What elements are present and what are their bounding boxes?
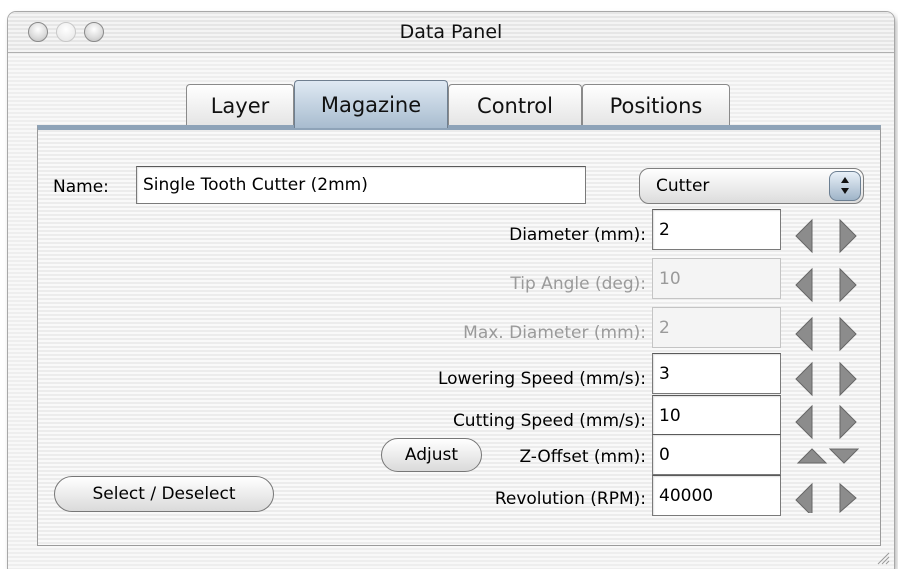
- resize-grip-icon[interactable]: [876, 551, 890, 565]
- tool-type-popup-label: Cutter: [656, 176, 710, 196]
- diameter-field[interactable]: 2: [652, 209, 781, 250]
- z-offset-label: Z-Offset (mm):: [519, 447, 646, 467]
- revolution-increment-icon[interactable]: [839, 482, 857, 513]
- lowering-speed-decrement-icon[interactable]: [795, 361, 813, 397]
- tab-magazine[interactable]: Magazine: [294, 80, 448, 128]
- lowering-speed-increment-icon[interactable]: [839, 361, 857, 397]
- tip-angle-field[interactable]: 10: [652, 258, 781, 299]
- lowering-speed-label: Lowering Speed (mm/s):: [437, 369, 646, 389]
- max-diameter-field[interactable]: 2: [652, 307, 781, 348]
- name-label: Name:: [53, 177, 109, 197]
- name-field[interactable]: Single Tooth Cutter (2mm): [136, 166, 586, 204]
- z-offset-down-icon[interactable]: [828, 448, 860, 464]
- revolution-field[interactable]: 40000: [652, 475, 781, 516]
- tab-layer[interactable]: Layer: [186, 84, 294, 126]
- cutting-speed-decrement-icon[interactable]: [795, 404, 813, 440]
- window-title: Data Panel: [399, 21, 503, 43]
- lowering-speed-field[interactable]: 3: [652, 353, 781, 394]
- cutting-speed-label: Cutting Speed (mm/s):: [452, 411, 646, 431]
- diameter-label: Diameter (mm):: [509, 225, 646, 245]
- data-panel-window: Data Panel Layer Magazine Control Positi…: [8, 12, 894, 569]
- title-bar[interactable]: Data Panel: [8, 12, 894, 53]
- tool-type-popup[interactable]: Cutter: [639, 168, 864, 204]
- diameter-decrement-icon[interactable]: [795, 218, 813, 254]
- tip-angle-increment-icon[interactable]: [839, 267, 857, 303]
- tip-angle-decrement-icon[interactable]: [795, 267, 813, 303]
- revolution-decrement-icon[interactable]: [795, 482, 813, 513]
- z-offset-field[interactable]: 0: [652, 434, 781, 475]
- diameter-increment-icon[interactable]: [839, 218, 857, 254]
- select-deselect-button[interactable]: Select / Deselect: [54, 476, 274, 512]
- stepper-arrows: [795, 218, 860, 513]
- max-diameter-label: Max. Diameter (mm):: [463, 323, 646, 343]
- adjust-button[interactable]: Adjust: [381, 438, 482, 472]
- cutting-speed-field[interactable]: 10: [652, 395, 781, 436]
- z-offset-up-icon[interactable]: [796, 448, 828, 464]
- popup-arrows-icon: [829, 171, 861, 201]
- cutting-speed-increment-icon[interactable]: [839, 404, 857, 440]
- max-diameter-decrement-icon[interactable]: [795, 316, 813, 352]
- revolution-label: Revolution (RPM):: [494, 489, 646, 509]
- tab-positions[interactable]: Positions: [582, 84, 730, 126]
- tab-control[interactable]: Control: [448, 84, 582, 126]
- max-diameter-increment-icon[interactable]: [839, 316, 857, 352]
- tip-angle-label: Tip Angle (deg):: [510, 274, 646, 294]
